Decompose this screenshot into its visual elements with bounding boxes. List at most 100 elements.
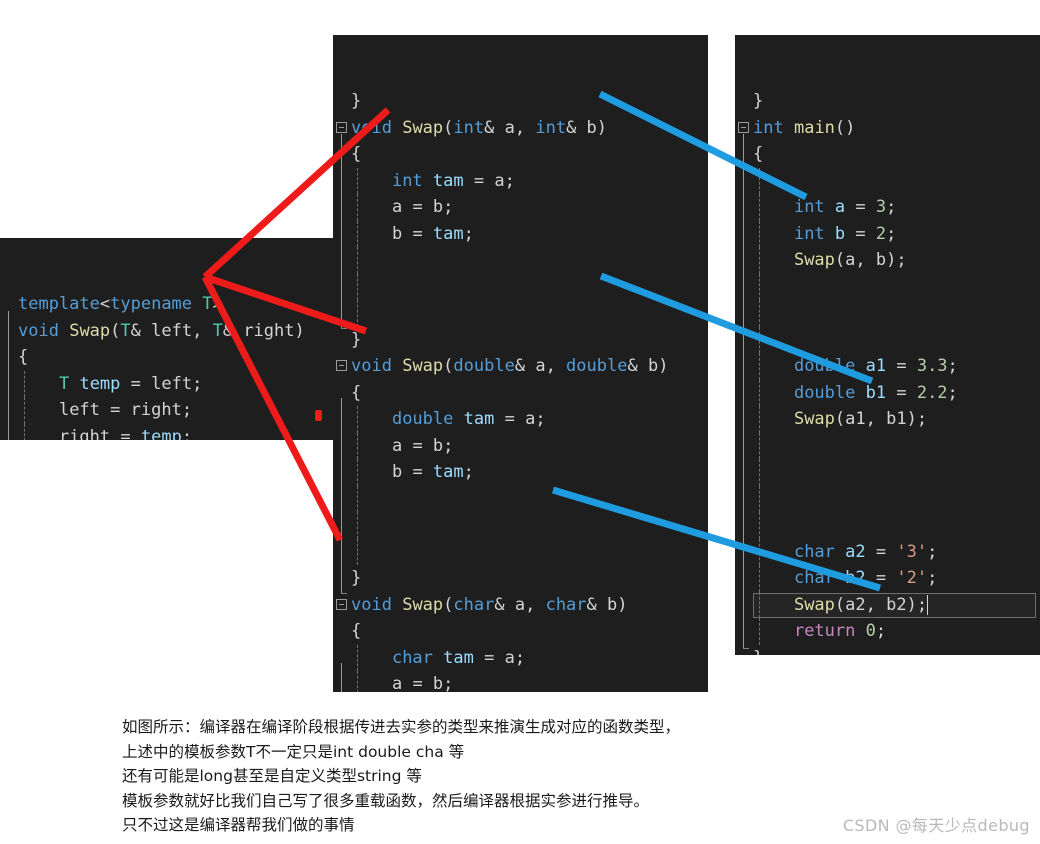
code-line[interactable]: char b2 = '2';: [735, 565, 1040, 592]
overloaded-swap-code-panel[interactable]: } void Swap(int& a, int& b){ int tam = a;…: [333, 35, 708, 692]
code-line[interactable]: Swap(a2, b2);: [735, 592, 1040, 619]
code-line[interactable]: Swap(a, b);: [735, 247, 1040, 274]
code-line[interactable]: void Swap(char& a, char& b): [333, 592, 708, 619]
code-line[interactable]: double b1 = 2.2;: [735, 380, 1040, 407]
code-line[interactable]: }: [333, 327, 708, 354]
code-line[interactable]: [333, 274, 708, 301]
code-line[interactable]: T temp = left;: [0, 371, 333, 398]
code-line[interactable]: double tam = a;: [333, 406, 708, 433]
code-fold-toggle-icon[interactable]: [336, 121, 347, 133]
code-line[interactable]: [735, 274, 1040, 301]
code-line[interactable]: double a1 = 3.3;: [735, 353, 1040, 380]
code-line[interactable]: [333, 247, 708, 274]
code-token: ,: [525, 594, 546, 615]
code-line[interactable]: Swap(a1, b1);: [735, 406, 1040, 433]
code-line[interactable]: [735, 433, 1040, 460]
indent-guide: [759, 220, 761, 247]
main-function-code-panel[interactable]: } int main(){ int a = 3; int b = 2; Swap(…: [735, 35, 1040, 655]
code-line[interactable]: int b = 2;: [735, 221, 1040, 248]
code-token: a: [504, 647, 515, 668]
code-line[interactable]: void Swap(int& a, int& b): [333, 115, 708, 142]
code-line[interactable]: int main(): [735, 115, 1040, 142]
code-token: ): [658, 356, 669, 376]
code-line[interactable]: [735, 168, 1040, 195]
code-line-text: double tam = a;: [351, 406, 546, 433]
code-token: tam: [443, 647, 474, 668]
code-line[interactable]: {: [333, 141, 708, 168]
indent-guide: [759, 326, 761, 353]
code-line-text: {: [351, 380, 361, 407]
code-line[interactable]: }: [735, 88, 1040, 115]
caption-line: 模板参数就好比我们自己写了很多重载函数，然后编译器根据实参进行推导。: [122, 791, 650, 810]
code-token: void: [18, 320, 59, 341]
code-line[interactable]: left = right;: [0, 397, 333, 424]
code-line-text: char b2 = '2';: [753, 565, 937, 592]
code-structure-line: [341, 398, 342, 593]
code-line[interactable]: [735, 486, 1040, 513]
code-line[interactable]: void Swap(double& a, double& b): [333, 353, 708, 380]
code-token: T: [120, 320, 131, 341]
text-cursor: [927, 594, 929, 615]
indent-guide: [24, 423, 26, 440]
code-line[interactable]: a = b;: [333, 433, 708, 460]
code-token: ,: [855, 250, 876, 270]
code-line[interactable]: [735, 327, 1040, 354]
indent-guide: [759, 591, 761, 618]
code-line[interactable]: char a2 = '3';: [735, 539, 1040, 566]
indent-guide: [357, 485, 359, 512]
code-token: char: [391, 647, 433, 668]
code-token: =: [886, 356, 917, 376]
code-line[interactable]: b = tam;: [333, 459, 708, 486]
code-line[interactable]: int a = 3;: [735, 194, 1040, 221]
code-line[interactable]: char tam = a;: [333, 645, 708, 672]
code-line[interactable]: [735, 512, 1040, 539]
code-line-text: void Swap(char& a, char& b): [351, 592, 628, 619]
code-line[interactable]: void Swap(T& left, T& right): [0, 318, 333, 345]
code-token: a2: [845, 541, 866, 562]
code-line[interactable]: {: [333, 618, 708, 645]
code-token: tam: [463, 409, 495, 429]
code-line[interactable]: [333, 300, 708, 327]
code-line[interactable]: }: [333, 565, 708, 592]
code-token: b: [432, 435, 444, 456]
code-line[interactable]: [333, 486, 708, 513]
code-line[interactable]: return 0;: [735, 618, 1040, 645]
code-line-text: int b = 2;: [753, 221, 896, 248]
code-token: >: [212, 294, 223, 314]
template-swap-code-panel[interactable]: template<typename T> void Swap(T& left, T…: [0, 238, 333, 440]
indent-guide: [759, 379, 761, 406]
code-fold-toggle-icon[interactable]: [738, 121, 749, 133]
code-token: a: [391, 197, 403, 217]
code-line[interactable]: b = tam;: [333, 221, 708, 248]
code-fold-toggle-icon[interactable]: [336, 598, 347, 610]
code-token: =: [473, 647, 505, 668]
code-line[interactable]: a = b;: [333, 194, 708, 221]
code-token: Swap: [793, 250, 835, 270]
code-line[interactable]: int tam = a;: [333, 168, 708, 195]
code-token: ;: [443, 197, 454, 217]
code-line[interactable]: {: [0, 344, 333, 371]
code-line[interactable]: {: [333, 380, 708, 407]
code-line[interactable]: right = temp;: [0, 424, 333, 441]
code-token: ,: [865, 409, 887, 429]
code-line[interactable]: [333, 539, 708, 566]
code-line[interactable]: template<typename T>: [0, 291, 333, 318]
indent-guide: [759, 512, 761, 539]
code-line[interactable]: [333, 512, 708, 539]
code-line[interactable]: }: [735, 645, 1040, 656]
indent-guide: [759, 247, 761, 274]
code-token: a1: [845, 409, 866, 429]
code-token: );: [906, 409, 928, 429]
code-line[interactable]: [735, 300, 1040, 327]
code-fold-toggle-icon[interactable]: [336, 360, 347, 371]
code-line[interactable]: [735, 459, 1040, 486]
code-line[interactable]: }: [333, 88, 708, 115]
code-line-text: {: [753, 141, 763, 168]
code-line[interactable]: {: [735, 141, 1040, 168]
code-token: char: [545, 594, 587, 615]
code-line[interactable]: a = b;: [333, 671, 708, 692]
code-line-text: double a1 = 3.3;: [753, 353, 958, 380]
indent-guide: [759, 538, 761, 565]
